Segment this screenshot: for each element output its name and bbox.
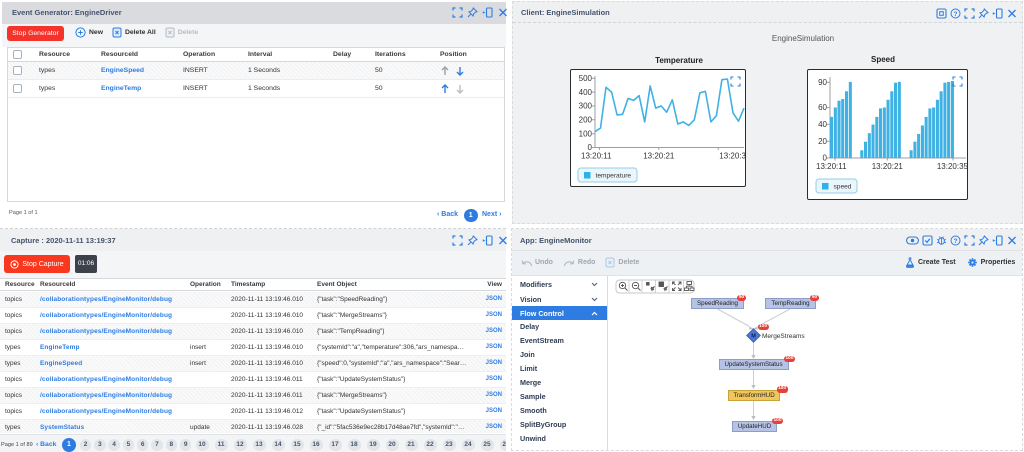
svg-text:?: ? [954,238,958,245]
svg-text:13:20:21: 13:20:21 [872,162,904,171]
svg-text:speed: speed [834,184,852,191]
svg-text:13:20:3: 13:20:3 [719,152,746,161]
svg-text:20: 20 [818,137,827,146]
svg-text:40: 40 [818,120,827,129]
svg-text:13:20:21: 13:20:21 [643,152,675,161]
svg-text:M: M [751,334,756,340]
svg-text:500: 500 [579,74,593,83]
svg-text:400: 400 [579,88,593,97]
svg-text:60: 60 [818,103,827,112]
svg-text:MergeStreams: MergeStreams [762,333,805,340]
svg-text:13:20:35: 13:20:35 [937,162,968,171]
svg-text:90: 90 [818,78,827,87]
svg-text:100: 100 [579,129,593,138]
svg-text:200: 200 [579,116,593,125]
svg-text:temperature: temperature [596,173,632,180]
svg-text:13:20:11: 13:20:11 [581,152,612,161]
svg-text:?: ? [954,11,958,18]
svg-text:13:20:11: 13:20:11 [816,162,847,171]
svg-text:300: 300 [579,102,593,111]
